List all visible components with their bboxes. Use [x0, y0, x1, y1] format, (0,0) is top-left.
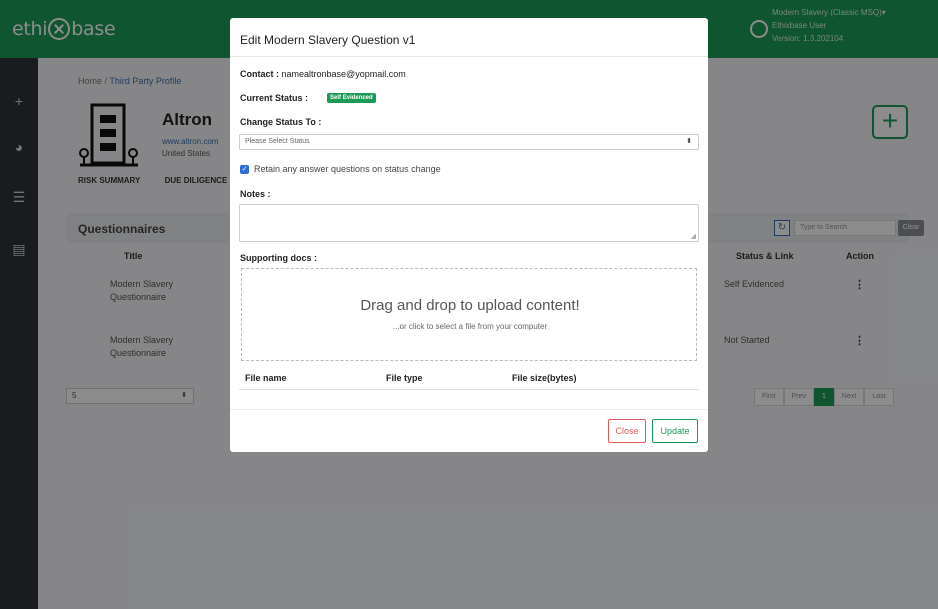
- file-dropzone[interactable]: Drag and drop to upload content! ...or c…: [241, 268, 697, 361]
- contact-row: Contact : namealtronbase@yopmail.com: [240, 69, 406, 79]
- contact-value: namealtronbase@yopmail.com: [281, 69, 406, 79]
- checkbox-checked-icon[interactable]: ✓: [240, 164, 249, 174]
- status-select[interactable]: Please Select Status ⬍: [239, 134, 699, 150]
- app-page: ethi base Modern Slavery (Classic MSQ)▾ …: [0, 0, 938, 609]
- status-select-value: Please Select Status: [245, 138, 310, 145]
- contact-label: Contact :: [240, 69, 279, 79]
- file-name-header: File name: [245, 373, 287, 383]
- modal-footer-divider: [230, 409, 708, 410]
- dropzone-title: Drag and drop to upload content!: [360, 297, 580, 314]
- resize-grip-icon[interactable]: ◢: [691, 232, 696, 240]
- edit-status-modal: Edit Modern Slavery Question v1 Contact …: [230, 18, 708, 452]
- file-size-header: File size(bytes): [512, 373, 577, 383]
- retain-answers-label: Retain any answer questions on status ch…: [254, 164, 441, 174]
- update-button[interactable]: Update: [652, 419, 698, 443]
- notes-label: Notes :: [240, 189, 271, 199]
- current-status-label: Current Status :: [240, 93, 309, 103]
- select-arrow-icon: ⬍: [686, 138, 692, 145]
- modal-title: Edit Modern Slavery Question v1: [240, 33, 416, 47]
- notes-textarea[interactable]: ◢: [239, 204, 699, 242]
- close-button[interactable]: Close: [608, 419, 646, 443]
- file-type-header: File type: [386, 373, 423, 383]
- modal-header-divider: [230, 56, 708, 57]
- status-badge: Self Evidenced: [327, 93, 376, 103]
- retain-answers-checkbox[interactable]: ✓ Retain any answer questions on status …: [240, 164, 441, 174]
- change-status-label: Change Status To :: [240, 117, 322, 127]
- dropzone-subtitle: ...or click to select a file from your c…: [392, 322, 548, 331]
- supporting-docs-label: Supporting docs :: [240, 253, 317, 263]
- file-table-divider: [239, 389, 699, 390]
